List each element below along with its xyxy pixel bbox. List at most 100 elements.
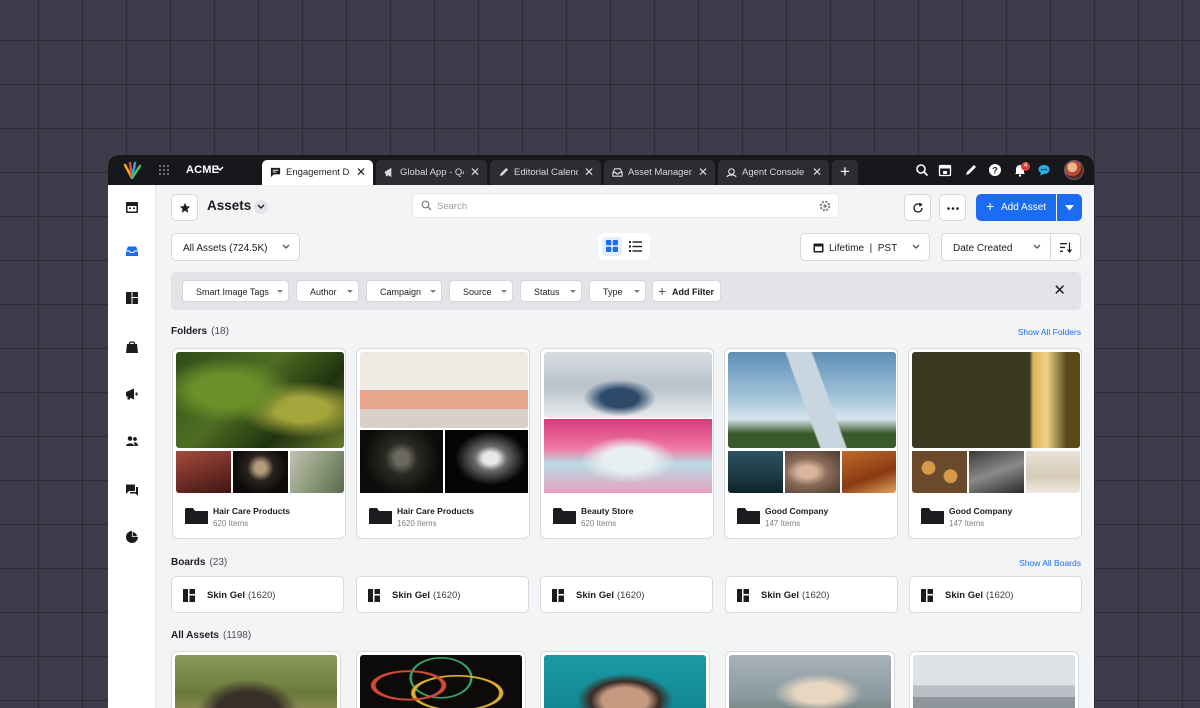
brand-logo-icon[interactable] <box>122 161 142 179</box>
folder-icon <box>185 508 208 524</box>
board-name: Skin Gel <box>761 590 800 601</box>
board-card[interactable]: Skin Gel (1620) <box>909 576 1082 613</box>
sidebar <box>108 185 156 708</box>
folder-thumbnail <box>290 451 344 493</box>
date-range-select[interactable]: Lifetime | PST <box>800 233 930 261</box>
caret-down-icon <box>501 290 507 293</box>
caret-down-icon <box>570 290 576 293</box>
filter-source[interactable]: Source <box>449 280 513 302</box>
add-filter-button[interactable]: + Add Filter <box>652 280 721 302</box>
folder-thumbnail <box>785 451 840 493</box>
show-all-folders-link[interactable]: Show All Folders <box>1018 327 1081 337</box>
tab-agent-console[interactable]: Agent Console ✕ <box>718 160 829 185</box>
folder-count: 147 Items <box>765 519 801 528</box>
shopping-bag-icon[interactable] <box>125 340 139 354</box>
pie-chart-icon[interactable] <box>125 530 139 544</box>
close-icon[interactable]: ✕ <box>812 166 822 178</box>
asset-card[interactable] <box>171 651 341 708</box>
filter-campaign[interactable]: Campaign <box>366 280 442 302</box>
more-options-button[interactable] <box>939 194 966 221</box>
folder-card[interactable]: Beauty Store 620 Items <box>540 348 714 539</box>
all-assets-heading: All Assets (1198) <box>171 630 251 641</box>
search-input[interactable]: Search <box>437 201 467 212</box>
users-icon[interactable] <box>125 434 139 448</box>
sort-by-select[interactable]: Date Created <box>941 233 1051 261</box>
tab-engagement-dashboard[interactable]: Engagement Dashboard ✕ <box>262 160 373 185</box>
chat-bubble-icon[interactable] <box>1037 163 1051 177</box>
caret-down-icon <box>277 290 283 293</box>
filter-status[interactable]: Status <box>520 280 582 302</box>
asset-card[interactable] <box>725 651 895 708</box>
title-dropdown-button[interactable] <box>254 200 268 214</box>
org-switcher-label[interactable]: ACME <box>186 164 219 176</box>
asset-card[interactable] <box>909 651 1079 708</box>
grid-view-button[interactable] <box>602 237 622 256</box>
asset-thumbnail <box>175 655 337 708</box>
inbox-icon[interactable] <box>125 244 139 258</box>
favorite-button[interactable] <box>171 194 198 221</box>
board-card[interactable]: Skin Gel (1620) <box>725 576 898 613</box>
more-horizontal-icon <box>947 207 959 210</box>
board-count: (1620) <box>433 590 461 601</box>
show-all-boards-link[interactable]: Show All Boards <box>1019 558 1081 568</box>
close-icon[interactable]: ✕ <box>1053 283 1066 298</box>
caret-down-icon <box>634 290 640 293</box>
folder-count: 147 Items <box>949 519 985 528</box>
folder-card[interactable]: Hair Care Products 1620 Items <box>356 348 530 539</box>
folder-name: Hair Care Products <box>397 506 474 516</box>
pencil-icon[interactable] <box>964 163 978 177</box>
tab-editorial-calendar[interactable]: Editorial Calendar ✕ <box>490 160 601 185</box>
folder-icon <box>921 508 944 524</box>
refresh-button[interactable] <box>904 194 931 221</box>
close-icon[interactable]: ✕ <box>470 166 480 178</box>
new-tab-button[interactable]: + <box>832 160 858 185</box>
search-icon[interactable] <box>915 163 929 177</box>
app-launcher-icon[interactable] <box>158 164 170 176</box>
assets-scope-label: All Assets (724.5K) <box>183 243 268 254</box>
chevron-down-icon[interactable] <box>216 166 224 172</box>
dashboard-icon[interactable] <box>125 291 139 305</box>
section-title: Folders <box>171 326 208 337</box>
calendar-icon[interactable] <box>938 163 952 177</box>
svg-text:?: ? <box>992 166 998 176</box>
close-icon[interactable]: ✕ <box>584 166 594 178</box>
folder-thumbnail <box>445 430 528 493</box>
folder-card[interactable]: Good Company 147 Items <box>724 348 898 539</box>
close-icon[interactable]: ✕ <box>698 166 708 178</box>
sort-order-button[interactable] <box>1050 233 1081 261</box>
folder-thumbnail <box>176 451 231 493</box>
add-asset-dropdown-button[interactable] <box>1057 194 1082 221</box>
list-view-icon[interactable] <box>629 241 642 252</box>
filter-author[interactable]: Author <box>296 280 359 302</box>
filter-type[interactable]: Type <box>589 280 646 302</box>
folder-name: Beauty Store <box>581 506 634 516</box>
calendar-icon[interactable] <box>125 200 139 214</box>
caret-down-icon <box>430 290 436 293</box>
close-icon[interactable]: ✕ <box>356 166 366 178</box>
search-icon <box>421 200 432 211</box>
folder-thumbnail <box>912 451 967 493</box>
asset-card[interactable] <box>540 651 710 708</box>
user-avatar[interactable] <box>1064 160 1084 180</box>
tab-asset-management[interactable]: Asset Management ✕ <box>604 160 715 185</box>
section-count: (1198) <box>222 630 252 641</box>
folder-card[interactable]: Good Company 147 Items <box>908 348 1082 539</box>
settings-icon[interactable] <box>819 200 831 212</box>
board-card[interactable]: Skin Gel (1620) <box>171 576 344 613</box>
board-card[interactable]: Skin Gel (1620) <box>540 576 713 613</box>
folder-name: Good Company <box>765 506 829 516</box>
search-bar[interactable]: Search <box>412 193 839 218</box>
add-asset-button[interactable]: + Add Asset <box>976 194 1056 221</box>
chat-icon <box>270 167 281 178</box>
folder-card[interactable]: Hair Care Products 620 Items <box>172 348 346 539</box>
help-icon[interactable]: ? <box>988 163 1002 177</box>
messages-icon[interactable] <box>125 483 139 497</box>
assets-scope-select[interactable]: All Assets (724.5K) <box>171 233 300 261</box>
app-window: ACME Engagement Dashboard ✕ Global App -… <box>108 155 1094 708</box>
folder-icon <box>369 508 392 524</box>
filter-smart-image-tags[interactable]: Smart Image Tags <box>182 280 289 302</box>
tab-global-app[interactable]: Global App - Q4 ✕ <box>376 160 487 185</box>
megaphone-icon[interactable] <box>125 387 139 401</box>
asset-card[interactable] <box>356 651 526 708</box>
board-card[interactable]: Skin Gel (1620) <box>356 576 529 613</box>
